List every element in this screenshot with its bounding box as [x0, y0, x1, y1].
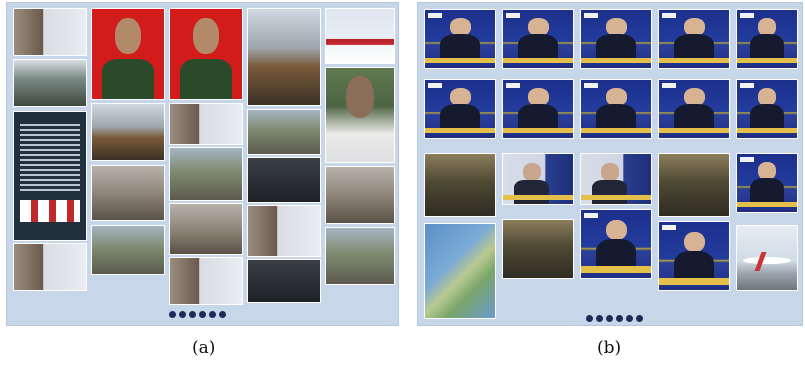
channel-logo	[428, 13, 442, 18]
thumbnail-smoke-over-city[interactable]	[325, 166, 395, 224]
thumbnail-soldiers-group[interactable]	[658, 153, 730, 217]
channel-logo	[428, 83, 442, 88]
thumbnail-news-anchor[interactable]	[580, 79, 652, 139]
article-text-lines	[20, 124, 80, 194]
thumbnail-news-anchor[interactable]	[502, 79, 574, 139]
channel-logo	[740, 83, 754, 88]
thumbnail-tower-smoke[interactable]	[169, 103, 243, 145]
channel-logo	[584, 13, 598, 18]
page-dot[interactable]	[189, 311, 196, 318]
news-ticker-bar	[503, 57, 573, 64]
thumbnail-industrial-smoke[interactable]	[169, 203, 243, 255]
page-dot[interactable]	[596, 315, 603, 322]
thumbnail-airplane[interactable]	[736, 225, 798, 291]
thumbnail-firefighters-group[interactable]	[247, 109, 321, 155]
news-ticker-bar	[581, 57, 651, 64]
thumbnail-news-anchor[interactable]	[736, 153, 798, 213]
thumbnail-map[interactable]	[424, 223, 496, 319]
thumbnail-night-scene[interactable]	[247, 157, 321, 203]
thumbnail-mobile-article-screenshot[interactable]	[13, 111, 87, 241]
thumbnail-building-edge[interactable]	[247, 205, 321, 257]
thumbnail-firefighters-street[interactable]	[91, 225, 165, 275]
news-ticker-bar	[737, 57, 797, 64]
thumbnail-phone-photo-room[interactable]	[13, 59, 87, 107]
thumbnail-news-anchor[interactable]	[502, 9, 574, 69]
page-dot[interactable]	[179, 311, 186, 318]
page-dot[interactable]	[199, 311, 206, 318]
thumbnail-soldiers-group[interactable]	[502, 219, 574, 279]
thumbnail-news-anchor[interactable]	[658, 9, 730, 69]
pagination-dots[interactable]	[586, 315, 643, 322]
news-ticker-bar	[737, 127, 797, 134]
thumbnail-speaker-podium[interactable]	[580, 153, 652, 205]
news-ticker-bar	[581, 265, 651, 273]
thumbnail-soldier-portrait-2[interactable]	[169, 8, 243, 100]
news-ticker-bar	[659, 277, 729, 285]
thumbnail-news-anchor[interactable]	[736, 9, 798, 69]
article-photo-strip	[20, 200, 80, 222]
channel-logo	[662, 83, 676, 88]
image-grid-panel-a	[6, 2, 399, 326]
thumbnail-building-wall[interactable]	[13, 243, 87, 291]
caption-bar	[503, 195, 573, 200]
channel-logo	[506, 13, 520, 18]
channel-logo	[506, 83, 520, 88]
page-dot[interactable]	[209, 311, 216, 318]
thumbnail-tv-news-broadcast[interactable]	[325, 8, 395, 64]
thumbnail-news-anchor[interactable]	[580, 9, 652, 69]
thumbnail-speaker-podium[interactable]	[502, 153, 574, 205]
thumbnail-news-anchor[interactable]	[580, 209, 652, 279]
channel-logo	[584, 213, 598, 218]
channel-logo	[740, 13, 754, 18]
channel-logo	[662, 225, 676, 230]
thumbnail-building-facade[interactable]	[169, 257, 243, 305]
thumbnail-boy-portrait[interactable]	[325, 67, 395, 163]
news-ticker-bar	[503, 127, 573, 134]
thumbnail-news-anchor[interactable]	[424, 79, 496, 139]
thumbnail-screen-capture[interactable]	[247, 259, 321, 303]
news-ticker-bar	[659, 57, 729, 64]
pagination-dots[interactable]	[169, 311, 226, 318]
page-dot[interactable]	[586, 315, 593, 322]
thumbnail-news-anchor[interactable]	[658, 221, 730, 291]
image-grid-panel-b	[417, 2, 803, 326]
page-dot[interactable]	[219, 311, 226, 318]
news-ticker-bar	[425, 127, 495, 134]
page-dot[interactable]	[169, 311, 176, 318]
thumbnail-news-anchor[interactable]	[424, 9, 496, 69]
thumbnail-firetruck-scene[interactable]	[169, 147, 243, 201]
news-ticker-bar	[581, 127, 651, 134]
news-ticker-bar	[425, 57, 495, 64]
thumbnail-news-anchor[interactable]	[736, 79, 798, 139]
caption-b: (b)	[597, 338, 622, 358]
page-dot[interactable]	[626, 315, 633, 322]
thumbnail-soldiers-group[interactable]	[424, 153, 496, 217]
news-ticker-bar	[737, 201, 797, 208]
thumbnail-building-closeup[interactable]	[13, 8, 87, 56]
thumbnail-building-smoke[interactable]	[91, 103, 165, 161]
page-dot[interactable]	[636, 315, 643, 322]
thumbnail-smoke-cloud[interactable]	[91, 165, 165, 221]
thumbnail-soldier-portrait-1[interactable]	[91, 8, 165, 100]
caption-bar	[581, 195, 651, 200]
page-dot[interactable]	[606, 315, 613, 322]
channel-logo	[740, 157, 754, 162]
thumbnail-roadside-trees[interactable]	[325, 227, 395, 285]
thumbnail-news-anchor[interactable]	[658, 79, 730, 139]
news-ticker-bar	[659, 127, 729, 134]
channel-logo	[584, 83, 598, 88]
page-dot[interactable]	[616, 315, 623, 322]
thumbnail-highrise-fire[interactable]	[247, 8, 321, 106]
channel-logo	[662, 13, 676, 18]
caption-a: (a)	[192, 338, 216, 358]
